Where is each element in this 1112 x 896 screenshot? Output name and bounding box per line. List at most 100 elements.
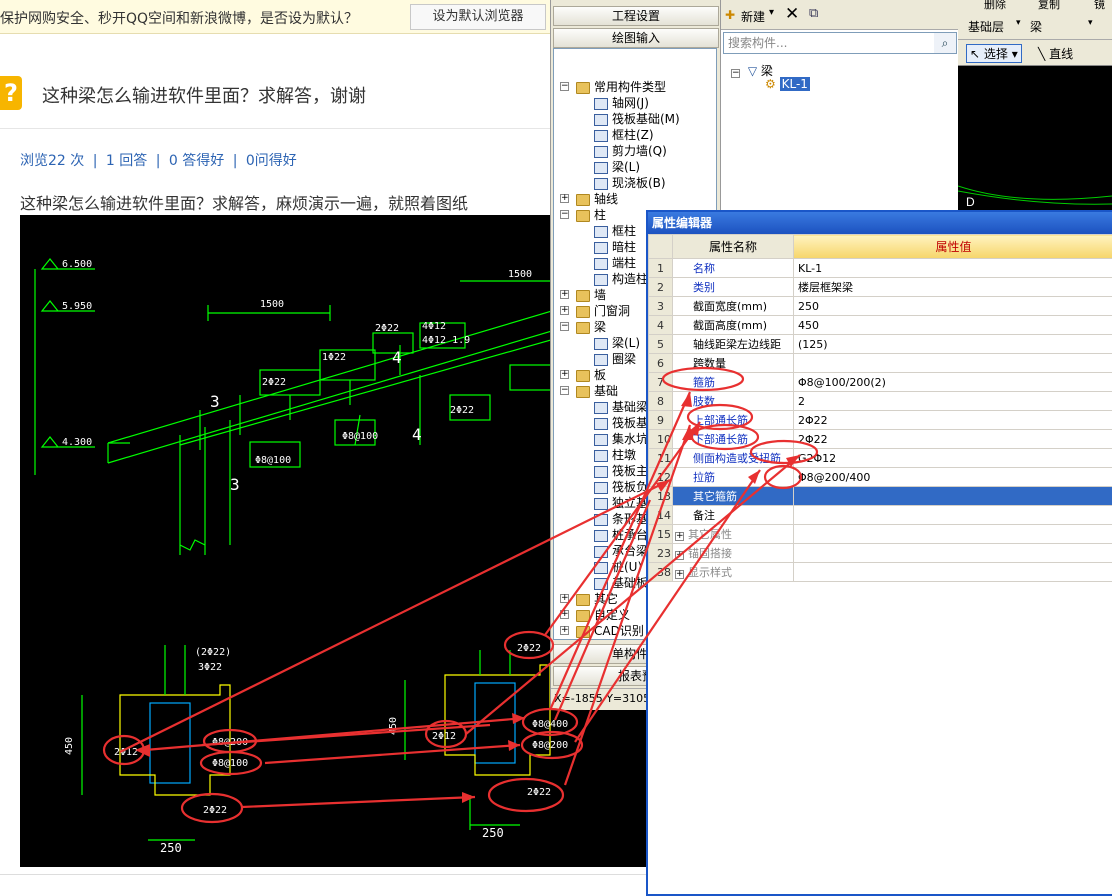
property-row[interactable]: 6 跨数量: [648, 353, 1112, 373]
tree-item[interactable]: 基础梁: [594, 399, 648, 415]
floor-select[interactable]: 基础层: [968, 18, 1004, 35]
collapse-icon[interactable]: −: [731, 69, 740, 78]
property-row[interactable]: 5 轴线距梁左边线距 (125): [648, 334, 1112, 354]
property-value-cell[interactable]: [793, 505, 1112, 525]
property-row[interactable]: 9 上部通长筋 2Φ22: [648, 410, 1112, 430]
tree-item[interactable]: 剪力墙(Q): [594, 143, 667, 159]
chevron-down-icon[interactable]: ▾: [1016, 18, 1021, 28]
property-value-cell[interactable]: [793, 353, 1112, 373]
tree-item[interactable]: 条形基: [594, 511, 648, 527]
property-value-cell[interactable]: [793, 543, 1112, 563]
tree-item[interactable]: 筏板主: [594, 463, 648, 479]
project-settings-button[interactable]: 工程设置: [553, 6, 719, 26]
property-value-cell[interactable]: [793, 524, 1112, 544]
tree-item[interactable]: 基础板: [594, 575, 648, 591]
property-row[interactable]: 3 截面宽度(mm) 250: [648, 296, 1112, 316]
stat-answers[interactable]: 1 回答: [106, 153, 147, 169]
tree-item[interactable]: 暗柱: [594, 239, 636, 255]
tree-item[interactable]: 墙: [576, 287, 606, 303]
tree-item[interactable]: 自定义: [576, 607, 630, 623]
select-button[interactable]: ↖ 选择 ▾: [966, 44, 1022, 63]
property-row[interactable]: 4 截面高度(mm) 450: [648, 315, 1112, 335]
tree-item[interactable]: 柱: [576, 207, 606, 223]
expand-icon[interactable]: +: [560, 194, 569, 203]
delete-tool[interactable]: 删除: [984, 0, 1006, 12]
property-value-cell[interactable]: KL-1: [793, 258, 1112, 278]
search-icon[interactable]: ⌕: [934, 33, 956, 53]
collapse-icon[interactable]: −: [560, 82, 569, 91]
expand-icon[interactable]: +: [675, 570, 684, 579]
property-row[interactable]: 10 下部通长筋 2Φ22: [648, 429, 1112, 449]
stat-views[interactable]: 浏览22 次: [20, 153, 84, 169]
tree-item[interactable]: 门窗洞: [576, 303, 630, 319]
property-row[interactable]: 11 侧面构造或受扭筋 G2Φ12: [648, 448, 1112, 468]
mirror-tool[interactable]: 镜: [1094, 0, 1105, 12]
property-value-cell[interactable]: 2Φ22: [793, 429, 1112, 449]
expand-icon[interactable]: +: [560, 626, 569, 635]
property-row[interactable]: 23 + 锚固搭接: [648, 543, 1112, 563]
property-row[interactable]: 15 + 其它属性: [648, 524, 1112, 544]
tree-item[interactable]: 筏板基础(M): [594, 111, 680, 127]
tree-item[interactable]: CAD识别: [576, 623, 644, 639]
expand-icon[interactable]: +: [675, 551, 684, 560]
property-value-cell[interactable]: Φ8@200/400: [793, 467, 1112, 487]
chevron-down-icon[interactable]: ▾: [1088, 18, 1093, 28]
line-button[interactable]: ╲ 直线: [1038, 45, 1073, 62]
property-value-cell[interactable]: [793, 562, 1112, 582]
property-value-cell[interactable]: 楼层框架梁: [793, 277, 1112, 297]
collapse-icon[interactable]: −: [560, 322, 569, 331]
property-value-cell[interactable]: 450: [793, 315, 1112, 335]
chevron-down-icon[interactable]: ▾: [769, 7, 774, 18]
copy-icon[interactable]: ⧉: [809, 6, 818, 21]
property-value-cell[interactable]: 250: [793, 296, 1112, 316]
tree-item[interactable]: 板: [576, 367, 606, 383]
tree-item[interactable]: 框柱: [594, 223, 636, 239]
tree-item[interactable]: 基础: [576, 383, 618, 399]
tree-item[interactable]: 圈梁: [594, 351, 636, 367]
property-value-cell[interactable]: G2Φ12: [793, 448, 1112, 468]
stat-good-answers[interactable]: 0 答得好: [169, 153, 224, 169]
property-value-cell[interactable]: (125): [793, 334, 1112, 354]
property-row[interactable]: 1 名称 KL-1: [648, 258, 1112, 278]
tree-item[interactable]: 构造柱: [594, 271, 648, 287]
stat-good-questions[interactable]: 0问得好: [246, 153, 297, 169]
expand-icon[interactable]: +: [560, 290, 569, 299]
tree-item[interactable]: 其它: [576, 591, 618, 607]
property-value-cell[interactable]: Φ8@100/200(2): [793, 372, 1112, 392]
property-row[interactable]: 38 + 显示样式: [648, 562, 1112, 582]
delete-icon[interactable]: ✕: [785, 4, 799, 24]
property-row[interactable]: 2 类别 楼层框架梁: [648, 277, 1112, 297]
tree-item[interactable]: 独立基: [594, 495, 648, 511]
expand-icon[interactable]: +: [560, 610, 569, 619]
tree-item[interactable]: 梁: [576, 319, 606, 335]
tree-item[interactable]: 梁(L): [594, 335, 640, 351]
tree-item[interactable]: 集水坑: [594, 431, 648, 447]
property-row[interactable]: 12 拉筋 Φ8@200/400: [648, 467, 1112, 487]
expand-icon[interactable]: +: [675, 532, 684, 541]
component-item-kl1[interactable]: ⚙ KL-1: [765, 77, 810, 91]
tree-item[interactable]: 承台梁: [594, 543, 648, 559]
expand-icon[interactable]: +: [560, 370, 569, 379]
tree-item[interactable]: 柱墩: [594, 447, 636, 463]
tree-item[interactable]: 桩承台: [594, 527, 648, 543]
collapse-icon[interactable]: −: [560, 386, 569, 395]
property-row[interactable]: 13 其它箍筋: [648, 486, 1112, 506]
drawing-input-button[interactable]: 绘图输入: [553, 28, 719, 48]
expand-icon[interactable]: +: [560, 306, 569, 315]
property-value-cell[interactable]: [793, 486, 1112, 506]
property-row[interactable]: 14 备注: [648, 505, 1112, 525]
copy-tool[interactable]: 复制: [1038, 0, 1060, 12]
property-row[interactable]: 7 箍筋 Φ8@100/200(2): [648, 372, 1112, 392]
tree-item[interactable]: 现浇板(B): [594, 175, 666, 191]
tree-item[interactable]: 桩(U): [594, 559, 642, 575]
expand-icon[interactable]: +: [560, 594, 569, 603]
tree-item[interactable]: 轴网(J): [594, 95, 649, 111]
new-button[interactable]: 新建: [741, 8, 765, 25]
property-value-cell[interactable]: 2: [793, 391, 1112, 411]
tree-item[interactable]: 筏板基: [594, 415, 648, 431]
property-value-cell[interactable]: 2Φ22: [793, 410, 1112, 430]
collapse-icon[interactable]: −: [560, 210, 569, 219]
tree-item[interactable]: 端柱: [594, 255, 636, 271]
set-default-browser-button[interactable]: 设为默认浏览器: [410, 4, 546, 30]
canvas-area[interactable]: D: [958, 66, 1112, 210]
